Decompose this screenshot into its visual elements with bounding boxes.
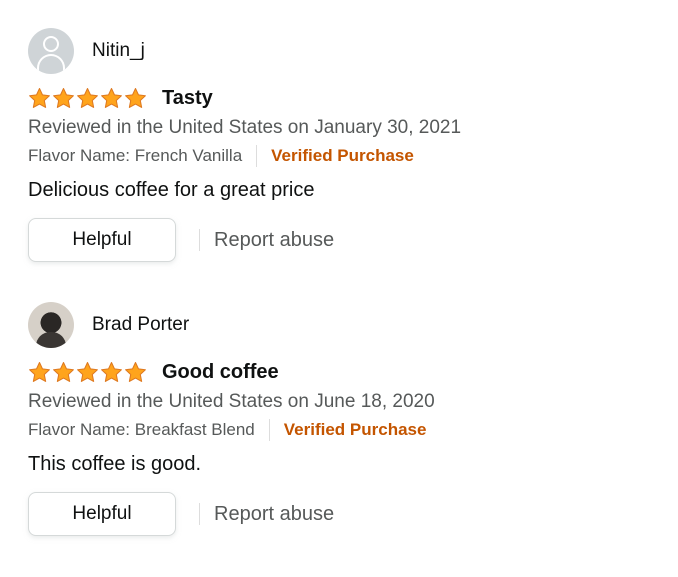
flavor-name-link[interactable]: Flavor Name: French Vanilla [28, 144, 242, 168]
review-meta: Flavor Name: French Vanilla Verified Pur… [28, 144, 668, 168]
review-date: Reviewed in the United States on June 18… [28, 391, 435, 412]
review-body: This coffee is good. [28, 453, 202, 475]
star-icon [76, 87, 100, 110]
report-abuse-link[interactable]: Report abuse [214, 503, 334, 526]
verified-purchase-badge: Verified Purchase [283, 420, 427, 439]
action-divider [199, 229, 200, 251]
review-item: Nitin_j Tasty Reviewed in the United Sta… [28, 28, 668, 262]
action-divider [199, 503, 200, 525]
review-title-row: Tasty [28, 84, 668, 112]
reviewer-name[interactable]: Brad Porter [92, 313, 189, 337]
verified-purchase-badge: Verified Purchase [271, 146, 414, 165]
star-icon [52, 361, 76, 384]
star-icon [124, 87, 148, 110]
reviewer-profile[interactable]: Nitin_j [28, 28, 668, 74]
helpful-button[interactable]: Helpful [28, 492, 176, 536]
flavor-name-link[interactable]: Flavor Name: Breakfast Blend [28, 418, 255, 442]
reviewer-profile[interactable]: Brad Porter [28, 302, 668, 348]
star-icon [100, 361, 124, 384]
star-rating[interactable] [28, 86, 148, 110]
reviewer-name[interactable]: Nitin_j [92, 39, 145, 63]
star-icon [52, 87, 76, 110]
review-title[interactable]: Tasty [162, 84, 213, 112]
meta-divider [268, 419, 270, 441]
review-body: Delicious coffee for a great price [28, 179, 315, 201]
report-abuse-link[interactable]: Report abuse [214, 229, 334, 252]
review-item: Brad Porter Good coffee Reviewed in the … [28, 302, 668, 536]
star-icon [28, 361, 52, 384]
star-icon [124, 361, 148, 384]
review-actions: Helpful Report abuse [28, 218, 668, 262]
star-icon [100, 87, 124, 110]
star-icon [28, 87, 52, 110]
star-icon [76, 361, 100, 384]
review-title-row: Good coffee [28, 358, 668, 386]
review-title[interactable]: Good coffee [162, 358, 279, 386]
review-actions: Helpful Report abuse [28, 492, 668, 536]
user-photo-avatar [28, 302, 74, 348]
star-rating[interactable] [28, 360, 148, 384]
default-avatar-icon [28, 28, 74, 74]
review-date: Reviewed in the United States on January… [28, 117, 462, 138]
helpful-button[interactable]: Helpful [28, 218, 176, 262]
meta-divider [256, 145, 258, 167]
review-meta: Flavor Name: Breakfast Blend Verified Pu… [28, 418, 668, 442]
